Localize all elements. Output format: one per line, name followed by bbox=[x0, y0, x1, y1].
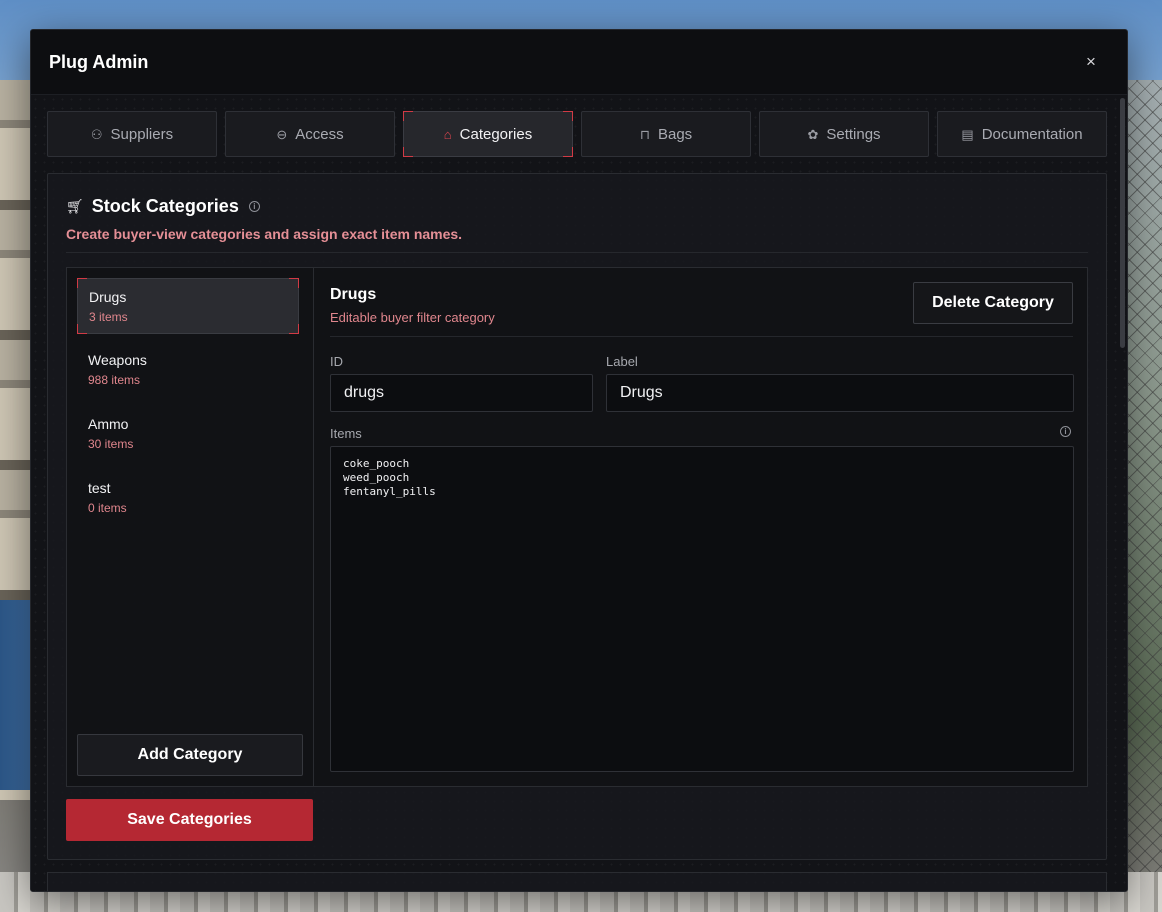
user-plus-icon: ⚇ bbox=[90, 126, 103, 142]
stock-categories-panel: 🛒︎ Stock Categories i Create buyer-view … bbox=[47, 173, 1107, 860]
category-item-drugs[interactable]: Drugs 3 items bbox=[77, 278, 299, 334]
tab-settings[interactable]: ✿ Settings bbox=[759, 111, 929, 157]
category-name: test bbox=[88, 480, 111, 496]
tab-label: Bags bbox=[657, 125, 693, 143]
tab-bar: ⚇ Suppliers ⊖ Access ⌂ Categories ⊓ Bags… bbox=[47, 111, 1107, 157]
category-count: 30 items bbox=[88, 437, 134, 451]
category-list: Drugs 3 items Weapons 988 items Ammo 30 … bbox=[67, 268, 314, 786]
id-input[interactable] bbox=[330, 374, 593, 412]
tab-label: Access bbox=[295, 125, 344, 143]
category-item-weapons[interactable]: Weapons 988 items bbox=[77, 342, 299, 398]
background-fence bbox=[1128, 80, 1162, 880]
category-editor: Drugs Editable buyer filter category Del… bbox=[315, 268, 1087, 786]
category-count: 988 items bbox=[88, 373, 141, 387]
editor-title: Drugs bbox=[330, 286, 377, 303]
item-corner bbox=[289, 324, 299, 334]
tab-label: Settings bbox=[826, 125, 881, 143]
label-label: Label bbox=[606, 354, 638, 369]
items-label: Items bbox=[330, 426, 362, 441]
tab-corner bbox=[563, 147, 573, 157]
category-name: Drugs bbox=[89, 289, 127, 305]
close-icon: × bbox=[1086, 52, 1096, 71]
tab-corner bbox=[403, 147, 413, 157]
tab-access[interactable]: ⊖ Access bbox=[225, 111, 395, 157]
item-corner bbox=[77, 278, 87, 288]
category-name: Ammo bbox=[88, 416, 129, 432]
tab-corner bbox=[563, 111, 573, 121]
title-bar: Plug Admin × bbox=[31, 30, 1127, 95]
tab-label: Documentation bbox=[981, 125, 1083, 143]
save-categories-button[interactable]: Save Categories bbox=[66, 799, 313, 841]
bag-icon: ⊓ bbox=[639, 126, 650, 142]
window-title: Plug Admin bbox=[49, 51, 149, 72]
panel-subtitle: Create buyer-view categories and assign … bbox=[66, 226, 463, 242]
panel-title: Stock Categories bbox=[91, 196, 239, 216]
category-item-test[interactable]: test 0 items bbox=[77, 470, 299, 526]
info-icon[interactable]: i bbox=[1060, 426, 1071, 437]
label-input[interactable] bbox=[606, 374, 1074, 412]
scrollbar[interactable] bbox=[1120, 98, 1125, 348]
document-icon: ▤ bbox=[961, 126, 974, 142]
cart-icon: 🛒︎ bbox=[66, 198, 84, 214]
divider bbox=[330, 336, 1073, 337]
tab-label: Categories bbox=[459, 125, 533, 143]
item-corner bbox=[77, 324, 87, 334]
tab-bags[interactable]: ⊓ Bags bbox=[581, 111, 751, 157]
tab-corner bbox=[403, 111, 413, 121]
category-name: Weapons bbox=[88, 352, 147, 368]
categories-editor-box: Drugs 3 items Weapons 988 items Ammo 30 … bbox=[66, 267, 1088, 787]
tab-documentation[interactable]: ▤ Documentation bbox=[937, 111, 1107, 157]
add-category-button[interactable]: Add Category bbox=[77, 734, 303, 776]
tab-suppliers[interactable]: ⚇ Suppliers bbox=[47, 111, 217, 157]
next-panel bbox=[47, 872, 1107, 891]
plug-admin-window: Plug Admin × ⚇ Suppliers ⊖ Access ⌂ Cate… bbox=[30, 29, 1128, 892]
background-dumpster bbox=[0, 600, 30, 790]
palette-icon: ✿ bbox=[807, 126, 819, 142]
category-item-ammo[interactable]: Ammo 30 items bbox=[77, 406, 299, 462]
info-icon[interactable]: i bbox=[248, 201, 260, 212]
item-corner bbox=[289, 278, 299, 288]
id-label: ID bbox=[330, 354, 343, 369]
category-count: 3 items bbox=[89, 310, 128, 324]
category-count: 0 items bbox=[88, 501, 127, 515]
close-button[interactable]: × bbox=[1081, 52, 1101, 72]
editor-subtitle: Editable buyer filter category bbox=[330, 310, 495, 325]
tab-label: Suppliers bbox=[110, 125, 174, 143]
link-icon: ⊖ bbox=[276, 126, 288, 142]
tag-icon: ⌂ bbox=[443, 126, 452, 142]
items-textarea[interactable]: coke_pooch weed_pooch fentanyl_pills bbox=[330, 446, 1074, 772]
content-area: ⚇ Suppliers ⊖ Access ⌂ Categories ⊓ Bags… bbox=[31, 95, 1127, 891]
divider bbox=[66, 252, 1088, 253]
panel-header: 🛒︎ Stock Categories i bbox=[66, 196, 260, 217]
tab-categories[interactable]: ⌂ Categories bbox=[403, 111, 573, 157]
delete-category-button[interactable]: Delete Category bbox=[913, 282, 1073, 324]
